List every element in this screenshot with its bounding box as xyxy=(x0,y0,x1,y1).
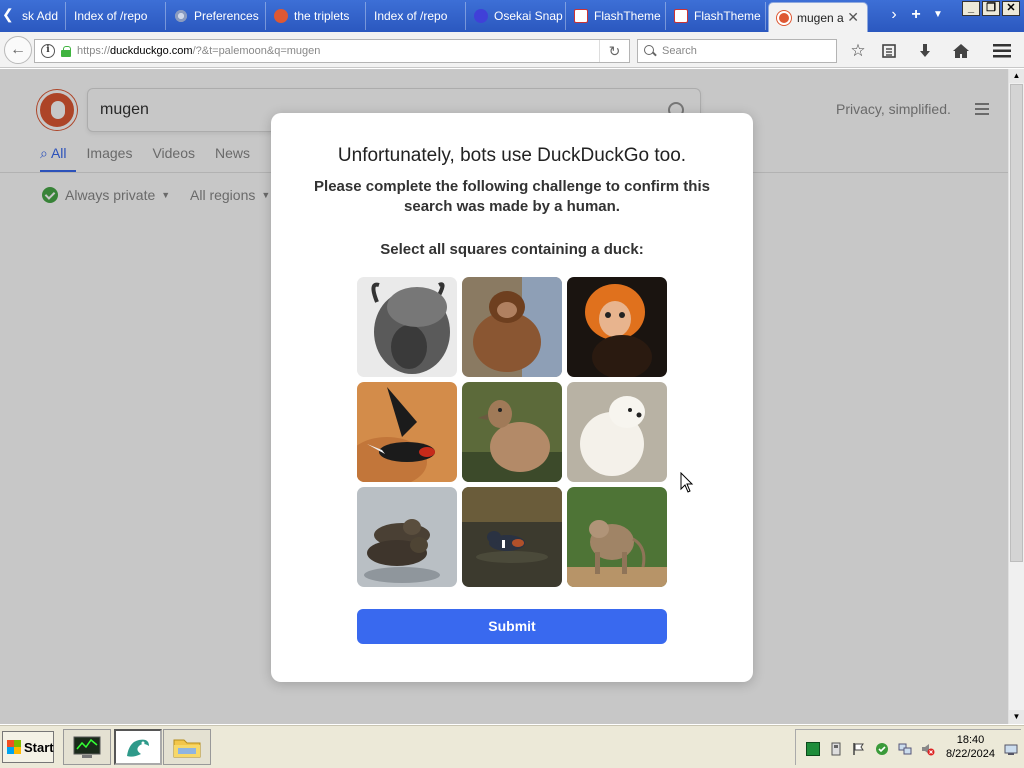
baby-monkey-image[interactable] xyxy=(567,277,667,377)
ddg-favicon-icon xyxy=(274,9,288,23)
tab-label: Index of /repo xyxy=(74,9,148,23)
monitor-icon xyxy=(73,736,101,758)
tab-scroll-left-icon[interactable]: ❮ xyxy=(2,6,14,23)
clock-time: 18:40 xyxy=(956,734,985,746)
bookmarks-list-icon[interactable] xyxy=(877,39,901,63)
taskbar-app-explorer[interactable] xyxy=(163,729,211,765)
tab-flashtheme-2[interactable]: FlashTheme xyxy=(666,2,766,30)
downloads-icon[interactable] xyxy=(913,39,937,63)
taskbar-app-task-manager[interactable] xyxy=(63,729,111,765)
network-monitor-icon[interactable] xyxy=(806,742,820,756)
url-prefix: https:// xyxy=(77,45,111,57)
search-icon xyxy=(644,45,656,57)
tab-label: FlashTheme xyxy=(594,9,661,23)
challenge-subtitle: Please complete the following challenge … xyxy=(314,178,710,215)
show-desktop-icon[interactable] xyxy=(1004,742,1018,756)
back-button[interactable]: ← xyxy=(4,36,32,64)
site-info-icon[interactable]: i xyxy=(41,44,55,58)
orangutan-image[interactable] xyxy=(462,277,562,377)
duck-image[interactable] xyxy=(462,382,562,482)
flashtheme-icon xyxy=(674,9,688,23)
home-icon[interactable] xyxy=(949,39,973,63)
tab-label: mugen a xyxy=(797,10,844,25)
gear-icon xyxy=(174,9,188,23)
menu-icon[interactable] xyxy=(990,39,1014,63)
challenge-title: Unfortunately, bots use DuckDuckGo too. xyxy=(337,145,687,166)
ddg-favicon-icon xyxy=(777,10,791,25)
url-bar[interactable]: i https://duckduckgo.com/?&t=palemoon&q=… xyxy=(34,39,630,63)
minimize-icon[interactable]: _ xyxy=(962,1,980,16)
taskbar-app-palemoon[interactable] xyxy=(114,729,162,765)
tab-label: Index of /repo xyxy=(374,9,448,23)
tab-osekai-snap[interactable]: Osekai Snap xyxy=(466,2,566,30)
search-bar[interactable]: Search xyxy=(637,39,837,63)
polar-bear-image[interactable] xyxy=(567,382,667,482)
new-tab-icon[interactable]: + xyxy=(906,4,926,26)
baboon-image[interactable] xyxy=(567,487,667,587)
tab-strip: ❮ sk Add Index of /repo Preferences the … xyxy=(0,0,1024,32)
tab-label: Preferences xyxy=(194,9,259,23)
nav-toolbar: ← i https://duckduckgo.com/?&t=palemoon&… xyxy=(0,32,1024,68)
ducklings-image[interactable] xyxy=(357,487,457,587)
scroll-down-icon[interactable]: ▼ xyxy=(1009,710,1024,724)
mouse-cursor-icon xyxy=(680,472,694,493)
tab-label: Osekai Snap xyxy=(494,9,563,23)
clock-date: 8/22/2024 xyxy=(946,748,995,760)
submit-button[interactable]: Submit xyxy=(357,609,667,644)
bookmark-star-icon[interactable]: ☆ xyxy=(846,39,870,63)
tab-label: the triplets xyxy=(294,9,350,23)
lock-icon xyxy=(61,45,71,57)
url-domain: duckduckgo.com xyxy=(110,45,193,57)
dragon-icon xyxy=(127,739,149,757)
tab-scroll-right-icon[interactable]: › xyxy=(884,4,904,26)
tab-preferences[interactable]: Preferences xyxy=(166,2,266,30)
tab-the-triplets[interactable]: the triplets xyxy=(266,2,366,30)
tab-list-icon[interactable]: ▼ xyxy=(928,4,948,26)
challenge-prompt: Select all squares containing a duck: xyxy=(380,241,644,258)
flashtheme-icon xyxy=(574,9,588,23)
tab-mugen-active[interactable]: mugen a ✕ xyxy=(768,2,868,32)
url-path: /?&t=palemoon&q=mugen xyxy=(192,45,321,57)
tab-label: FlashTheme xyxy=(694,9,761,23)
volume-muted-icon[interactable] xyxy=(921,742,935,756)
window-controls: _ ❐ ✕ xyxy=(962,1,1020,16)
vertical-scrollbar[interactable]: ▲ ▼ xyxy=(1008,69,1024,724)
bot-challenge-modal: Unfortunately, bots use DuckDuckGo too. … xyxy=(271,113,753,682)
bison-image[interactable] xyxy=(357,277,457,377)
tab-addon[interactable]: sk Add xyxy=(14,2,66,30)
start-label: Start xyxy=(24,739,54,755)
system-tray: 18:40 8/22/2024 xyxy=(795,729,1021,765)
reload-icon[interactable]: ↻ xyxy=(599,40,629,62)
tab-index-repo-1[interactable]: Index of /repo xyxy=(66,2,166,30)
close-window-icon[interactable]: ✕ xyxy=(1002,1,1020,16)
network-icon[interactable] xyxy=(898,742,912,756)
scroll-up-icon[interactable]: ▲ xyxy=(1009,69,1024,83)
page-content: mugen Privacy, simplified. ⌕ All Images … xyxy=(0,69,1008,724)
tab-close-icon[interactable]: ✕ xyxy=(847,3,859,31)
device-icon[interactable] xyxy=(829,742,843,756)
harlequin-duck-image[interactable] xyxy=(462,487,562,587)
system-clock[interactable]: 18:40 8/22/2024 xyxy=(946,733,995,761)
start-button[interactable]: Start xyxy=(2,731,54,763)
scroll-thumb[interactable] xyxy=(1010,84,1023,562)
search-placeholder: Search xyxy=(662,45,697,57)
restore-icon[interactable]: ❐ xyxy=(982,1,1000,16)
tab-label: sk Add xyxy=(22,9,59,23)
taskbar: Start 18:40 8/22/2024 xyxy=(0,724,1024,768)
folder-icon xyxy=(173,739,201,758)
challenge-image-grid xyxy=(357,277,667,587)
osekai-icon xyxy=(474,9,488,23)
tab-index-repo-2[interactable]: Index of /repo xyxy=(366,2,466,30)
flag-icon[interactable] xyxy=(852,742,866,756)
security-shield-icon[interactable] xyxy=(875,742,889,756)
tab-flashtheme-1[interactable]: FlashTheme xyxy=(566,2,666,30)
flying-bird-image[interactable] xyxy=(357,382,457,482)
windows-logo-icon xyxy=(7,740,21,754)
